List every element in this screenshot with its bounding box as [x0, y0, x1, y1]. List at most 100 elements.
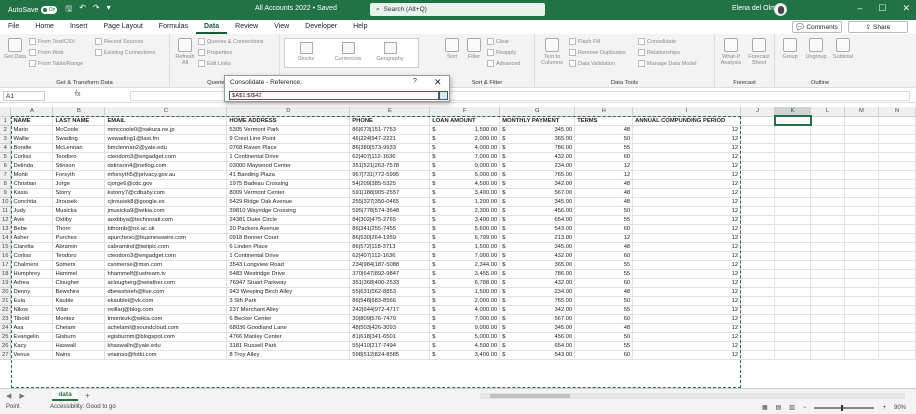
text-cell[interactable]: 351|521|263-7578 [349, 161, 431, 171]
currency-cell[interactable]: $1,500.00 [429, 125, 501, 135]
text-cell[interactable]: khaswalln@yale.edu [104, 341, 228, 351]
expand-dialog-icon[interactable] [439, 91, 448, 100]
cell-l[interactable] [810, 188, 845, 198]
text-cell[interactable]: 68036 Goodland Lane [226, 323, 351, 333]
currency-cell[interactable]: $4,500.00 [429, 179, 501, 189]
cell-k[interactable] [774, 287, 812, 297]
number-cell[interactable]: 60 [574, 278, 634, 288]
number-cell[interactable]: 12 [632, 143, 742, 153]
text-cell[interactable]: vnainso@fotki.com [104, 350, 228, 360]
text-cell[interactable]: 84|302|475-2765 [349, 215, 431, 225]
cell-l[interactable] [810, 278, 845, 288]
tab-file[interactable]: File [0, 20, 27, 34]
text-cell[interactable]: 5483 Westridge Drive [226, 269, 351, 279]
number-cell[interactable]: 55 [574, 305, 634, 315]
header-cell[interactable]: LAST NAME [52, 116, 106, 126]
maximize-icon[interactable]: ☐ [878, 3, 886, 14]
text-cell[interactable]: Abramin [52, 242, 106, 252]
currency-cell[interactable]: $7,000.00 [429, 251, 501, 261]
text-cell[interactable]: 598|512|824-8585 [349, 350, 431, 360]
cell-l[interactable] [810, 323, 845, 333]
column-header-m[interactable]: M [844, 107, 879, 117]
text-cell[interactable]: 46|224|947-2221 [349, 134, 431, 144]
text-cell[interactable]: Asher [10, 233, 54, 243]
currencies-button[interactable]: Currencies [329, 42, 367, 62]
text-cell[interactable]: 1975 Badeau Crossing [226, 179, 351, 189]
cell-m[interactable] [844, 233, 879, 243]
cell-m[interactable] [844, 260, 879, 270]
number-cell[interactable]: 12 [632, 260, 742, 270]
text-cell[interactable]: 24381 Duke Circle [226, 215, 351, 225]
cell-n[interactable] [878, 152, 916, 162]
text-cell[interactable]: Jorge [52, 179, 106, 189]
cell-m[interactable] [844, 314, 879, 324]
currency-cell[interactable]: $9,000.00 [429, 323, 501, 333]
number-cell[interactable]: 12 [632, 242, 742, 252]
text-cell[interactable]: cteodoro3@engadget.com [104, 152, 228, 162]
cell-l[interactable] [810, 305, 845, 315]
number-cell[interactable]: 60 [574, 314, 634, 324]
currency-cell[interactable]: $456.00 [499, 332, 576, 342]
stocks-button[interactable]: Stocks [287, 42, 325, 62]
text-cell[interactable]: Corliss [10, 251, 54, 261]
page-layout-icon[interactable]: ▤ [776, 404, 782, 411]
text-cell[interactable]: cjirousek8@google.es [104, 197, 228, 207]
row-header[interactable]: 7 [0, 170, 12, 180]
cell-n[interactable] [878, 287, 916, 297]
number-cell[interactable]: 12 [574, 233, 634, 243]
cell-l[interactable] [810, 179, 845, 189]
cell-k[interactable] [774, 143, 812, 153]
text-cell[interactable]: hhammelf@ustream.tv [104, 269, 228, 279]
cell-m[interactable] [844, 278, 879, 288]
cell-l[interactable] [810, 233, 845, 243]
text-cell[interactable]: cjorge6@cdc.gov [104, 179, 228, 189]
cell-l[interactable] [810, 260, 845, 270]
currency-cell[interactable]: $345.00 [499, 242, 576, 252]
cell-j[interactable] [740, 134, 776, 144]
column-header-n[interactable]: N [878, 107, 916, 117]
text-cell[interactable]: 3 Sth Park [226, 296, 351, 306]
text-cell[interactable]: 55|631|562-8853 [349, 287, 431, 297]
number-cell[interactable]: 55 [574, 260, 634, 270]
number-cell[interactable]: 60 [574, 224, 634, 234]
text-cell[interactable]: 86|572|118-3713 [349, 242, 431, 252]
number-cell[interactable]: 12 [632, 206, 742, 216]
text-cell[interactable]: Wallie [10, 134, 54, 144]
text-cell[interactable]: Villar [52, 305, 106, 315]
column-header-h[interactable]: H [574, 107, 634, 117]
cell-k[interactable] [774, 152, 812, 162]
cell-l[interactable] [810, 242, 845, 252]
number-cell[interactable]: 12 [574, 161, 634, 171]
row-header[interactable]: 26 [0, 341, 12, 351]
number-cell[interactable]: 60 [574, 251, 634, 261]
column-header-k[interactable]: K [774, 107, 812, 117]
text-cell[interactable]: Claretta [10, 242, 54, 252]
manage-data-model-button[interactable]: Manage Data Model [638, 60, 697, 67]
header-cell[interactable]: PHONE [349, 116, 431, 126]
column-header-b[interactable]: B [52, 107, 106, 117]
cell-k[interactable] [774, 179, 812, 189]
cell-j[interactable] [740, 251, 776, 261]
text-cell[interactable]: Bebe [10, 224, 54, 234]
cell-k[interactable] [773, 115, 812, 126]
number-cell[interactable]: 12 [632, 197, 742, 207]
ungroup-button[interactable]: Ungroup [804, 38, 828, 60]
row-header[interactable]: 22 [0, 305, 12, 315]
currency-cell[interactable]: $234.00 [499, 161, 576, 171]
text-cell[interactable]: Purches [52, 233, 106, 243]
text-cell[interactable]: McCoole [52, 125, 106, 135]
cell-j[interactable] [740, 224, 776, 234]
filter-button[interactable]: Filter [465, 38, 483, 60]
text-cell[interactable]: Judy [10, 206, 54, 216]
cell-m[interactable] [844, 224, 879, 234]
text-cell[interactable]: egisburnm@blogspot.com [104, 332, 228, 342]
column-header-g[interactable]: G [499, 107, 576, 117]
text-cell[interactable]: 255|327|350-0465 [349, 197, 431, 207]
cell-l[interactable] [810, 251, 845, 261]
text-cell[interactable]: Forsyth [52, 170, 106, 180]
column-header-c[interactable]: C [104, 107, 228, 117]
text-cell[interactable]: Bondie [10, 143, 54, 153]
text-cell[interactable]: 6 Becker Center [226, 314, 351, 324]
text-cell[interactable]: Asa [10, 323, 54, 333]
cell-m[interactable] [844, 161, 879, 171]
